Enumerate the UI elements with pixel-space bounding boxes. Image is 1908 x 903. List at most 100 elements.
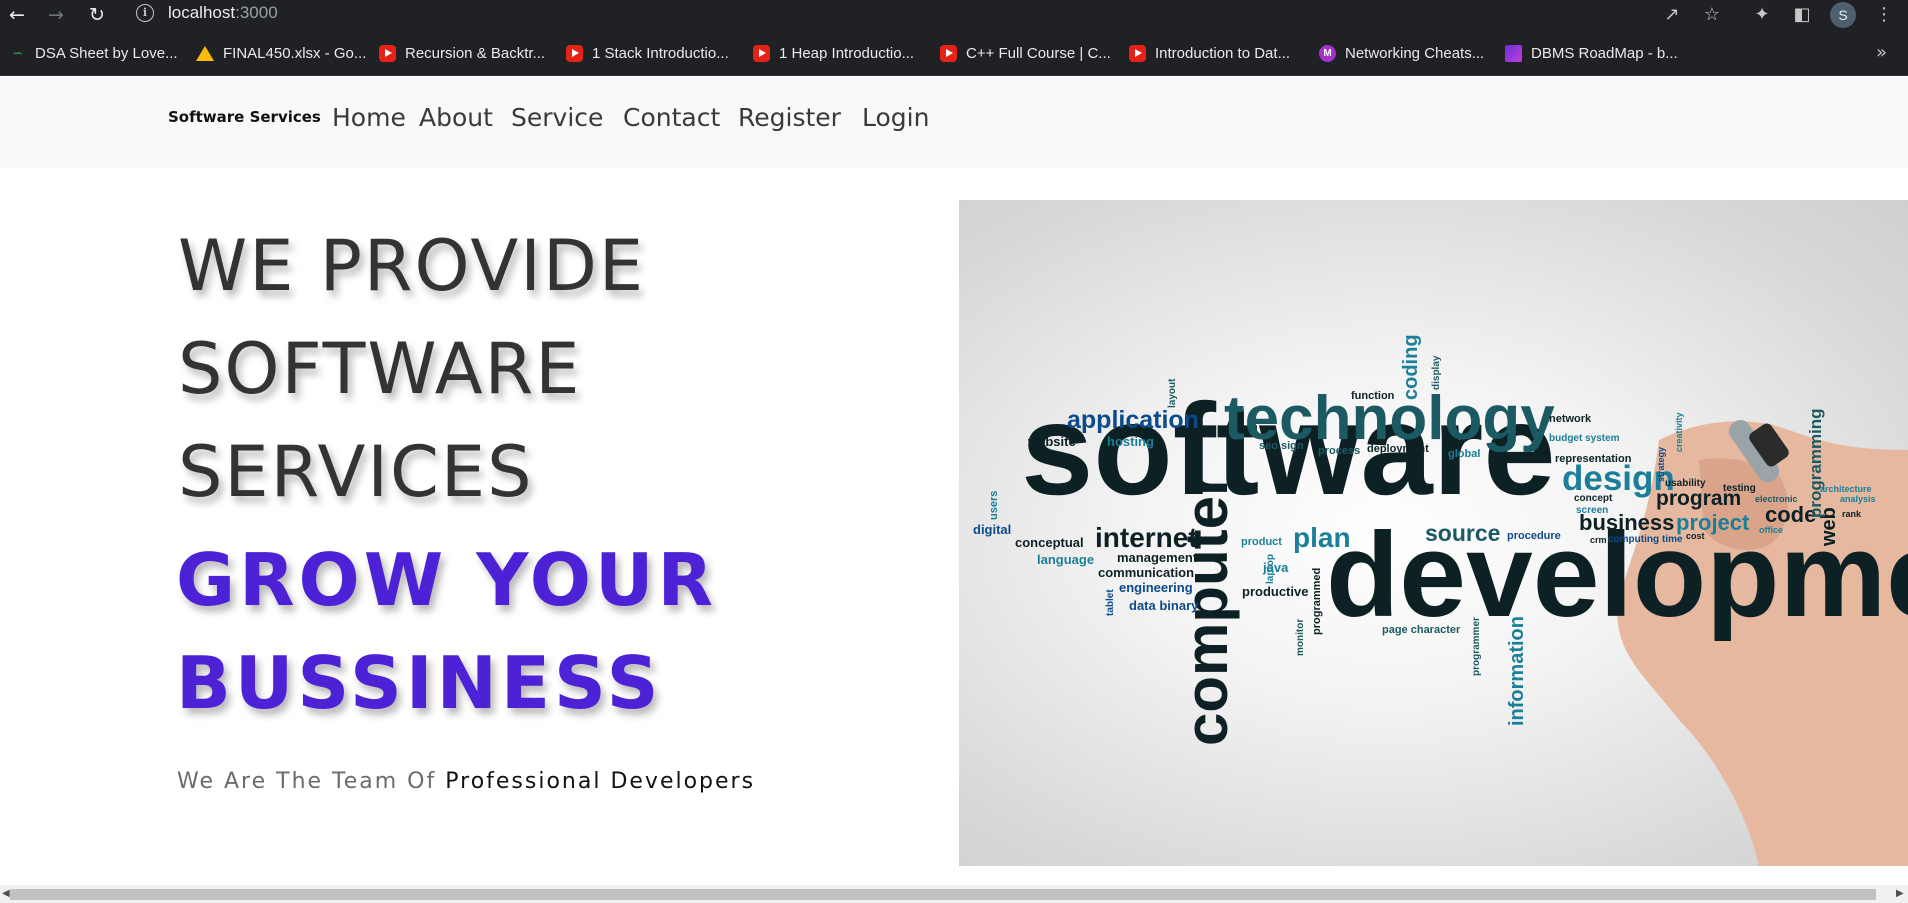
word-rank: rank bbox=[1842, 509, 1862, 519]
word-deployment: deployment bbox=[1367, 443, 1429, 455]
word-global: global bbox=[1448, 448, 1480, 460]
gfg-icon: ∽ bbox=[12, 45, 23, 60]
bookmarks-bar: ∽ DSA Sheet by Love... FINAL450.xlsx - Go… bbox=[0, 30, 1908, 76]
word-budget-system: budget system bbox=[1549, 433, 1620, 444]
word-productive: productive bbox=[1242, 584, 1308, 599]
hero-heading-line3: SERVICES bbox=[178, 431, 534, 513]
hero-heading-line1: WE PROVIDE bbox=[178, 225, 646, 307]
word-data-binary: data binary bbox=[1129, 598, 1199, 613]
word-product: product bbox=[1241, 536, 1282, 548]
hero-accent-line1: GROW YOUR bbox=[176, 538, 717, 622]
word-conceptual: conceptual bbox=[1015, 535, 1084, 550]
bookmark-item[interactable]: Recursion & Backtr... bbox=[379, 42, 545, 64]
hero-heading-line2: SOFTWARE bbox=[178, 328, 582, 410]
word-creativity: creativity bbox=[1674, 412, 1684, 452]
word-office: office bbox=[1759, 525, 1783, 535]
word-procedure: procedure bbox=[1507, 530, 1561, 542]
hero-tagline: We Are The Team Of Professional Develope… bbox=[177, 769, 756, 794]
word-layout: layout bbox=[1167, 378, 1178, 408]
word-language: language bbox=[1037, 552, 1094, 567]
site-navbar: Software Services Home About Service Con… bbox=[0, 77, 1908, 168]
word-information: information bbox=[1506, 616, 1528, 726]
reload-icon[interactable]: ↻ bbox=[84, 2, 110, 28]
word-internet: internet bbox=[1095, 522, 1198, 553]
word-screen: screen bbox=[1576, 505, 1608, 516]
bookmark-item[interactable]: FINAL450.xlsx - Go... bbox=[196, 42, 366, 64]
bookmark-item[interactable]: 1 Stack Introductio... bbox=[566, 42, 729, 64]
bookmark-item[interactable]: DBMS RoadMap - b... bbox=[1505, 42, 1678, 64]
share-icon[interactable]: ↗ bbox=[1659, 2, 1685, 28]
word-tablet: tablet bbox=[1105, 589, 1116, 616]
word-plan: plan bbox=[1293, 522, 1351, 553]
bookmark-star-icon[interactable]: ☆ bbox=[1699, 2, 1725, 28]
word-time: time bbox=[1662, 534, 1683, 545]
word-coding: coding bbox=[1400, 334, 1422, 400]
bookmark-item[interactable]: ∽ DSA Sheet by Love... bbox=[9, 42, 177, 64]
word-users: users bbox=[988, 491, 1000, 520]
extensions-icon[interactable]: ✦ bbox=[1749, 2, 1775, 28]
bookmark-item[interactable]: M Networking Cheats... bbox=[1319, 42, 1484, 64]
brand-logo[interactable]: Software Services bbox=[168, 108, 321, 126]
word-programmed: programmed bbox=[1311, 568, 1323, 635]
word-hosting: hosting bbox=[1107, 434, 1154, 449]
nav-link-login[interactable]: Login bbox=[862, 103, 929, 132]
word-cloud: software developmen technology computer … bbox=[973, 334, 1908, 866]
word-strategy: strategy bbox=[1656, 447, 1666, 482]
nav-link-about[interactable]: About bbox=[419, 103, 493, 132]
youtube-icon bbox=[1129, 44, 1146, 62]
youtube-icon bbox=[753, 44, 770, 62]
word-concept: concept bbox=[1574, 493, 1613, 504]
bookmark-item[interactable]: 1 Heap Introductio... bbox=[753, 42, 914, 64]
word-laptop: laptop bbox=[1265, 554, 1276, 584]
word-digital: digital bbox=[973, 522, 1011, 537]
word-programmer: programmer bbox=[1471, 617, 1482, 676]
site-info-icon[interactable]: i bbox=[136, 4, 154, 22]
nav-link-home[interactable]: Home bbox=[332, 103, 406, 132]
nav-link-service[interactable]: Service bbox=[511, 103, 603, 132]
word-computing: computing bbox=[1608, 534, 1659, 545]
nav-link-contact[interactable]: Contact bbox=[623, 103, 720, 132]
word-seo-sign: seo sign bbox=[1259, 440, 1304, 452]
word-engineering: engineering bbox=[1119, 580, 1193, 595]
word-management: management bbox=[1117, 550, 1198, 565]
word-page-character: page character bbox=[1382, 624, 1461, 636]
hero-word-cloud-image: software developmen technology computer … bbox=[959, 200, 1908, 866]
word-monitor: monitor bbox=[1295, 619, 1306, 656]
horizontal-scrollbar[interactable]: ◀ ▶ bbox=[0, 885, 1908, 903]
word-website: website bbox=[1027, 434, 1076, 449]
nav-link-register[interactable]: Register bbox=[738, 103, 841, 132]
word-programming: programming bbox=[1806, 408, 1825, 518]
side-panel-icon[interactable]: ◧ bbox=[1789, 2, 1815, 28]
youtube-icon bbox=[940, 44, 957, 62]
word-process: process bbox=[1318, 445, 1360, 457]
word-crm: crm bbox=[1590, 535, 1607, 545]
scroll-right-icon[interactable]: ▶ bbox=[1896, 888, 1904, 899]
back-icon[interactable]: ← bbox=[4, 2, 30, 28]
word-electronic: electronic bbox=[1755, 494, 1798, 504]
hero-accent-line2: BUSSINESS bbox=[176, 641, 663, 725]
url-text[interactable]: localhost:3000 bbox=[168, 3, 278, 23]
browser-toolbar: ← → ↻ i localhost:3000 ↗ ☆ ✦ ◧ S ⋮ bbox=[0, 0, 1908, 30]
bookmark-item[interactable]: C++ Full Course | C... bbox=[940, 42, 1111, 64]
word-usability: usability bbox=[1665, 478, 1706, 489]
word-communication: communication bbox=[1098, 565, 1194, 580]
word-display: display bbox=[1431, 355, 1442, 390]
address-bar[interactable] bbox=[126, 0, 1722, 28]
word-function: function bbox=[1351, 390, 1395, 402]
word-network: network bbox=[1549, 413, 1592, 425]
bookmark-item[interactable]: Introduction to Dat... bbox=[1129, 42, 1290, 64]
word-architecture: architecture bbox=[1820, 484, 1872, 494]
word-representation: representation bbox=[1555, 453, 1632, 465]
word-application: application bbox=[1067, 406, 1199, 434]
menu-kebab-icon[interactable]: ⋮ bbox=[1871, 2, 1897, 28]
forward-icon[interactable]: → bbox=[43, 2, 69, 28]
word-analysis: analysis bbox=[1840, 494, 1876, 504]
scrollbar-thumb[interactable] bbox=[10, 889, 1876, 900]
word-source: source bbox=[1425, 520, 1500, 546]
youtube-icon bbox=[379, 44, 396, 62]
more-bookmarks-icon[interactable]: » bbox=[1876, 42, 1887, 63]
word-testing: testing bbox=[1723, 483, 1756, 494]
scroll-left-icon[interactable]: ◀ bbox=[2, 888, 10, 899]
medium-icon: M bbox=[1319, 44, 1336, 62]
profile-avatar[interactable]: S bbox=[1830, 2, 1856, 28]
